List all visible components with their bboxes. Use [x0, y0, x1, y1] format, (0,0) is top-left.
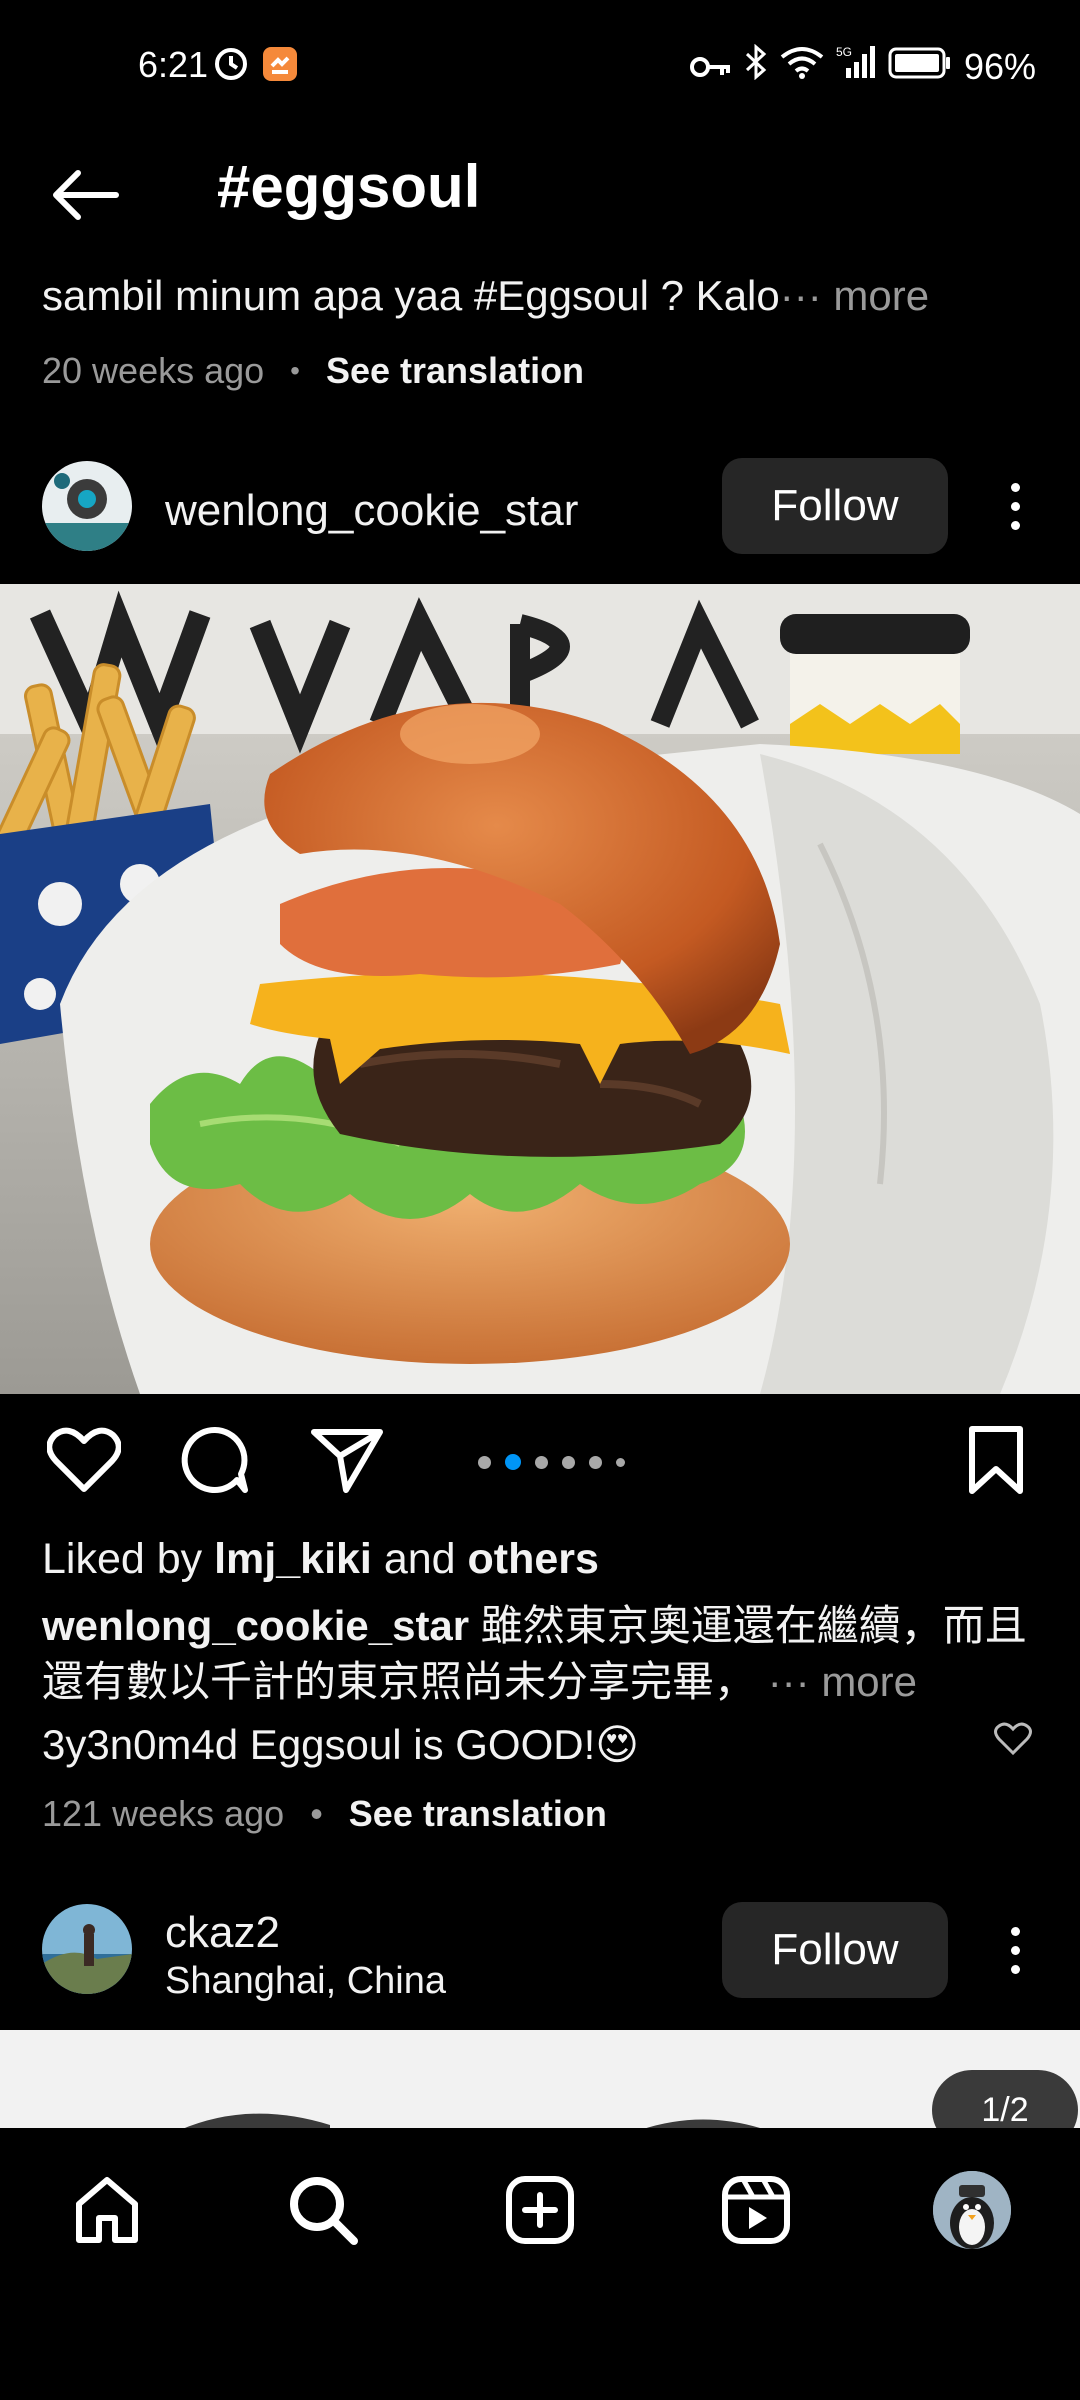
app-badge-icon: [262, 46, 298, 87]
back-arrow-icon: [53, 170, 119, 220]
nav-reels[interactable]: [711, 2165, 801, 2255]
see-translation-link[interactable]: See translation: [349, 1793, 607, 1835]
nav-profile[interactable]: [927, 2165, 1017, 2255]
svg-text:5G: 5G: [836, 45, 852, 59]
status-bar: 6:21 5G 96%: [0, 0, 1080, 130]
post-header: wenlong_cookie_star Follow: [0, 446, 1080, 566]
profile-avatar: [933, 2171, 1011, 2249]
back-button[interactable]: [40, 160, 130, 230]
carousel-dot: [478, 1455, 491, 1469]
post-time: 20 weeks ago: [42, 350, 265, 391]
create-icon: [506, 2176, 574, 2244]
avatar[interactable]: [42, 1904, 132, 1994]
nav-search[interactable]: [278, 2165, 368, 2255]
status-left-icons: [214, 46, 298, 87]
carousel-dot: [616, 1457, 625, 1467]
carousel-dot: [535, 1455, 548, 1469]
save-button[interactable]: [956, 1420, 1036, 1500]
status-right: 5G 96%: [689, 43, 1036, 89]
heart-icon: [994, 1722, 1032, 1756]
bookmark-icon: [969, 1426, 1023, 1494]
heart-icon: [47, 1427, 121, 1492]
separator-dot: •: [310, 1793, 323, 1834]
clock-icon: [214, 47, 248, 86]
top-app-bar: #eggsoul: [0, 130, 1080, 260]
key-icon: [689, 46, 732, 88]
caption-username[interactable]: wenlong_cookie_star: [42, 1602, 469, 1649]
comment-icon: [181, 1426, 248, 1493]
caption-text: 雖然東京奧運還在繼續，而且: [469, 1602, 1027, 1649]
battery-icon: [888, 46, 952, 88]
post-image[interactable]: [0, 2030, 1080, 2130]
bluetooth-icon: [744, 43, 768, 89]
carousel-indicator: [478, 1454, 625, 1470]
send-icon: [311, 1429, 383, 1493]
see-translation-link[interactable]: See translation: [326, 350, 584, 392]
caption-text: sambil minum apa yaa #Eggsoul ? Kalo: [42, 272, 780, 319]
page-title: #eggsoul: [217, 153, 481, 220]
home-icon: [76, 2177, 138, 2243]
more-link[interactable]: ··· more: [768, 1658, 917, 1705]
caption-text-line2: 還有數以千計的東京照尚未分享完畢，: [42, 1658, 757, 1705]
like-button[interactable]: [44, 1420, 124, 1500]
wifi-icon: [780, 45, 824, 88]
follow-button[interactable]: Follow: [722, 458, 948, 554]
previous-post-meta: 20 weeks ago • See translation: [42, 350, 584, 392]
nav-home[interactable]: [62, 2165, 152, 2255]
status-time: 6:21: [138, 44, 209, 85]
nav-create[interactable]: [495, 2165, 585, 2255]
liked-and: and: [371, 1535, 468, 1583]
liked-others[interactable]: others: [468, 1535, 599, 1583]
follow-button[interactable]: Follow: [722, 1902, 948, 1998]
carousel-dot: [589, 1455, 602, 1469]
post-caption: wenlong_cookie_star 雖然東京奧運還在繼續，而且 還有數以千計…: [42, 1598, 1042, 1710]
post-header: ckaz2 Shanghai, China Follow: [0, 1890, 1080, 2010]
signal-icon: 5G: [836, 44, 876, 89]
avatar[interactable]: [42, 461, 132, 551]
post-actions: [0, 1420, 1080, 1510]
liked-prefix: Liked by: [42, 1535, 215, 1583]
liked-user[interactable]: lmj_kiki: [214, 1535, 372, 1583]
share-button[interactable]: [307, 1420, 387, 1500]
more-options-icon[interactable]: [995, 1905, 1035, 1995]
post-username[interactable]: wenlong_cookie_star: [165, 486, 578, 536]
comment-like-button[interactable]: [994, 1722, 1034, 1762]
battery-percent: 96%: [963, 45, 1036, 87]
search-icon: [290, 2177, 358, 2245]
carousel-dot-active: [505, 1454, 521, 1470]
post-meta: 121 weeks ago • See translation: [42, 1793, 607, 1835]
carousel-dot: [562, 1455, 575, 1469]
more-link[interactable]: ··· more: [780, 272, 929, 319]
post-location[interactable]: Shanghai, China: [165, 1960, 446, 2003]
comment-preview[interactable]: 3y3n0m4d Eggsoul is GOOD!😍: [42, 1720, 639, 1769]
separator-dot: •: [290, 355, 300, 386]
reels-icon: [722, 2176, 790, 2244]
post-time: 121 weeks ago: [42, 1793, 285, 1834]
post-username[interactable]: ckaz2: [165, 1908, 280, 1958]
bottom-navigation: [0, 2128, 1080, 2400]
more-options-icon[interactable]: [995, 461, 1035, 551]
post-image[interactable]: [0, 584, 1080, 1394]
previous-post-caption: sambil minum apa yaa #Eggsoul ? Kalo··· …: [42, 272, 929, 320]
comment-button[interactable]: [175, 1420, 255, 1500]
likes-summary[interactable]: Liked by lmj_kiki and others: [42, 1535, 599, 1584]
